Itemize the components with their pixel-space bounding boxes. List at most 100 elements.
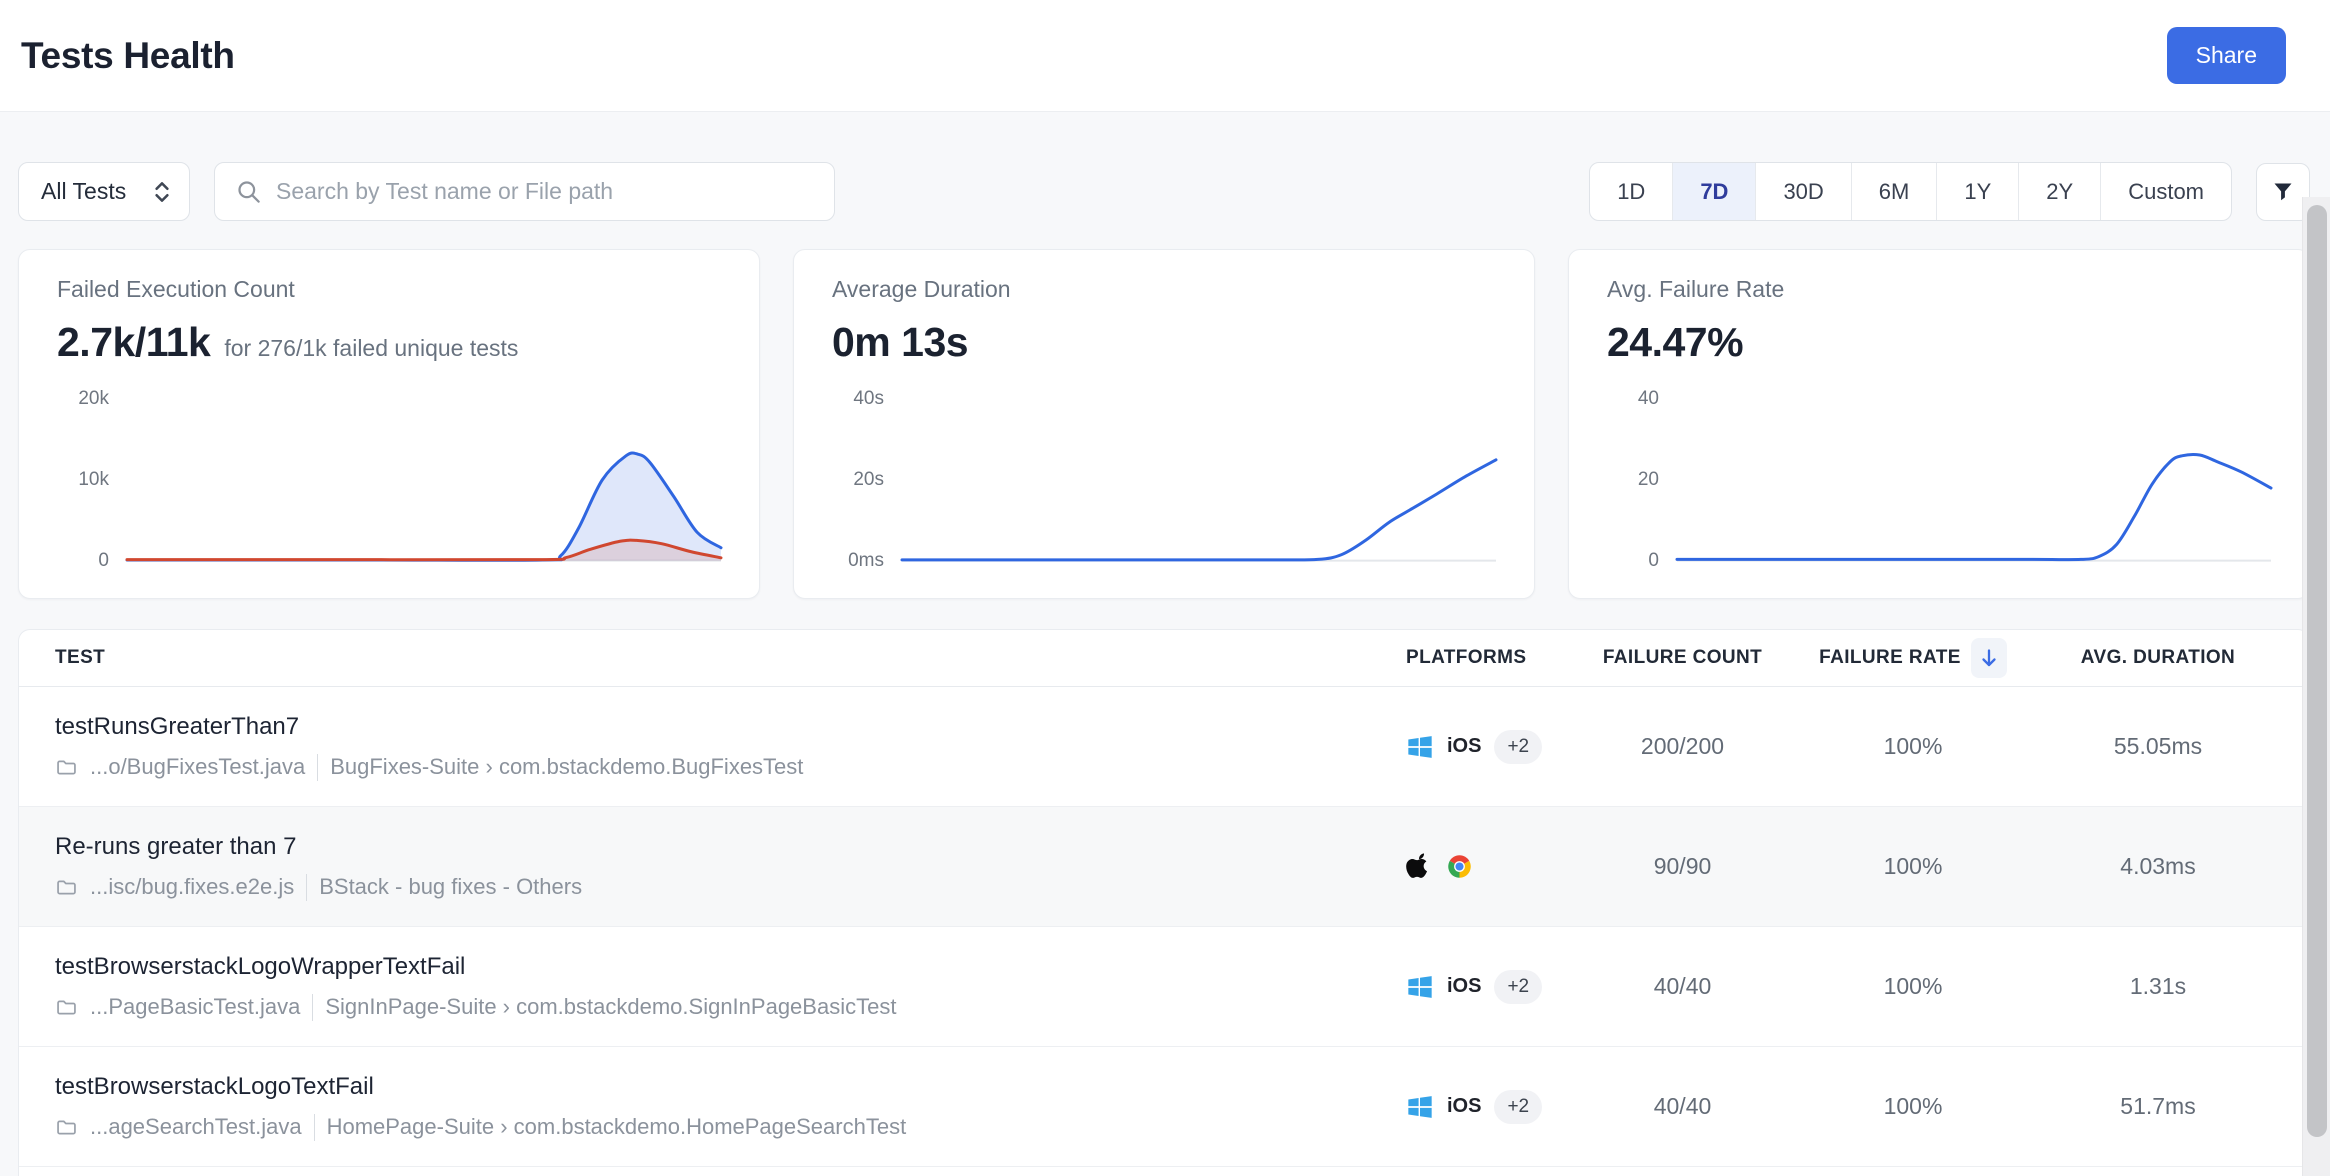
time-range-option-6m[interactable]: 6M <box>1851 163 1937 220</box>
stat-card: Failed Execution Count 2.7k/11k for 276/… <box>18 249 760 599</box>
table-row[interactable]: testBrowserstackLogoWrapperTextFail ...P… <box>19 927 2309 1047</box>
page-title: Tests Health <box>21 35 235 77</box>
y-axis-tick: 0 <box>1648 550 1659 572</box>
tests-health-page: Tests Health Share All Tests 1D7D30D6M1Y… <box>0 0 2330 1176</box>
chart-plot-area <box>902 396 1496 564</box>
platforms-cell: iOS +2 <box>1388 730 1566 764</box>
failure-rate-cell: 100% <box>1799 853 2027 880</box>
scrollbar-thumb[interactable] <box>2307 205 2327 1137</box>
apple-icon <box>1406 853 1433 880</box>
y-axis-tick: 40 <box>1638 388 1659 410</box>
scrollbar-track[interactable] <box>2302 197 2330 1176</box>
search-input[interactable] <box>276 178 814 205</box>
test-name[interactable]: testBrowserstackLogoWrapperTextFail <box>55 953 1388 981</box>
table-row[interactable]: testRunsGreaterThan7 ...o/BugFixesTest.j… <box>19 687 2309 807</box>
ios-platform-label: iOS <box>1447 735 1481 758</box>
file-path: ...PageBasicTest.java <box>90 994 300 1020</box>
windows-icon <box>1406 733 1434 761</box>
table-row[interactable]: Re-runs greater than 7 ...isc/bug.fixes.… <box>19 807 2309 927</box>
filter-bar: All Tests 1D7D30D6M1Y2YCustom <box>18 162 2310 221</box>
more-platforms-badge[interactable]: +2 <box>1494 970 1542 1004</box>
share-button[interactable]: Share <box>2167 27 2286 84</box>
folder-icon <box>55 756 78 779</box>
y-axis-tick: 0 <box>98 550 109 572</box>
suite-path: BStack - bug fixes - Others <box>319 874 582 900</box>
failure-count-cell: 40/40 <box>1566 1093 1799 1120</box>
time-range-option-7d[interactable]: 7D <box>1672 163 1755 220</box>
y-axis-tick: 20s <box>853 469 884 491</box>
funnel-icon <box>2271 180 2295 204</box>
time-range-option-custom[interactable]: Custom <box>2100 163 2231 220</box>
test-name[interactable]: testRunsGreaterThan7 <box>55 713 1388 741</box>
ios-platform-label: iOS <box>1447 975 1481 998</box>
platforms-cell: iOS +2 <box>1388 970 1566 1004</box>
sparkline-chart: 40s 20s 0ms <box>832 396 1496 564</box>
sparkline-chart: 40 20 0 <box>1607 396 2271 564</box>
column-header-failure-rate[interactable]: FAILURE RATE <box>1799 638 2027 678</box>
column-header-avg-duration[interactable]: AVG. DURATION <box>2027 647 2289 669</box>
partial-next-row <box>19 1167 2309 1176</box>
y-axis-ticks: 40 20 0 <box>1607 396 1659 564</box>
stat-cards-row: Failed Execution Count 2.7k/11k for 276/… <box>18 249 2310 599</box>
time-range-option-30d[interactable]: 30D <box>1755 163 1850 220</box>
failure-rate-cell: 100% <box>1799 733 2027 760</box>
tests-table: TEST PLATFORMS FAILURE COUNT FAILURE RAT… <box>18 629 2310 1176</box>
folder-icon <box>55 876 78 899</box>
table-body: testRunsGreaterThan7 ...o/BugFixesTest.j… <box>19 687 2309 1167</box>
column-header-platforms[interactable]: PLATFORMS <box>1388 647 1566 669</box>
time-range-group: 1D7D30D6M1Y2YCustom <box>1589 162 2232 221</box>
avg-duration-cell: 55.05ms <box>2027 733 2289 760</box>
column-header-test[interactable]: TEST <box>55 647 1388 669</box>
page-header: Tests Health Share <box>0 0 2330 112</box>
avg-duration-cell: 4.03ms <box>2027 853 2289 880</box>
time-range-option-1d[interactable]: 1D <box>1590 163 1672 220</box>
folder-icon <box>55 996 78 1019</box>
stat-card-title: Avg. Failure Rate <box>1607 276 2271 303</box>
more-platforms-badge[interactable]: +2 <box>1494 730 1542 764</box>
search-icon <box>235 178 262 205</box>
failure-count-cell: 200/200 <box>1566 733 1799 760</box>
meta-divider <box>314 1114 315 1141</box>
suite-path: HomePage-Suite › com.bstackdemo.HomePage… <box>327 1114 907 1140</box>
test-scope-select[interactable]: All Tests <box>18 162 190 221</box>
stat-card-value: 2.7k/11k <box>57 319 210 366</box>
file-path: ...ageSearchTest.java <box>90 1114 302 1140</box>
column-header-failure-count[interactable]: FAILURE COUNT <box>1566 647 1799 669</box>
failure-rate-cell: 100% <box>1799 973 2027 1000</box>
test-name[interactable]: testBrowserstackLogoTextFail <box>55 1073 1388 1101</box>
stat-card: Average Duration 0m 13s 40s 20s 0ms <box>793 249 1535 599</box>
failure-count-cell: 90/90 <box>1566 853 1799 880</box>
chart-plot-area <box>127 396 721 564</box>
table-row[interactable]: testBrowserstackLogoTextFail ...ageSearc… <box>19 1047 2309 1167</box>
ios-platform-label: iOS <box>1447 1095 1481 1118</box>
y-axis-tick: 40s <box>853 388 884 410</box>
platforms-cell: iOS +2 <box>1388 1090 1566 1124</box>
time-range-option-2y[interactable]: 2Y <box>2018 163 2100 220</box>
failure-rate-cell: 100% <box>1799 1093 2027 1120</box>
sort-descending-icon[interactable] <box>1971 638 2007 678</box>
avg-duration-cell: 1.31s <box>2027 973 2289 1000</box>
test-name[interactable]: Re-runs greater than 7 <box>55 833 1388 861</box>
search-box <box>214 162 835 221</box>
y-axis-ticks: 20k 10k 0 <box>57 396 109 564</box>
stat-card-title: Failed Execution Count <box>57 276 721 303</box>
failure-count-cell: 40/40 <box>1566 973 1799 1000</box>
table-header-row: TEST PLATFORMS FAILURE COUNT FAILURE RAT… <box>19 630 2309 687</box>
y-axis-tick: 10k <box>78 469 109 491</box>
more-platforms-badge[interactable]: +2 <box>1494 1090 1542 1124</box>
y-axis-ticks: 40s 20s 0ms <box>832 396 884 564</box>
suite-path: BugFixes-Suite › com.bstackdemo.BugFixes… <box>330 754 803 780</box>
sparkline-chart: 20k 10k 0 <box>57 396 721 564</box>
windows-icon <box>1406 973 1434 1001</box>
test-scope-selected-value: All Tests <box>41 178 126 205</box>
meta-divider <box>312 994 313 1021</box>
chart-plot-area <box>1677 396 2271 564</box>
meta-divider <box>306 874 307 901</box>
stat-card-value: 24.47% <box>1607 319 1743 366</box>
stat-card-subtitle: for 276/1k failed unique tests <box>224 335 518 362</box>
time-range-option-1y[interactable]: 1Y <box>1936 163 2018 220</box>
chart-series-avg-duration-seconds <box>902 460 1496 560</box>
stat-card-title: Average Duration <box>832 276 1496 303</box>
select-updown-chevron-icon <box>151 178 173 206</box>
y-axis-tick: 20k <box>78 388 109 410</box>
